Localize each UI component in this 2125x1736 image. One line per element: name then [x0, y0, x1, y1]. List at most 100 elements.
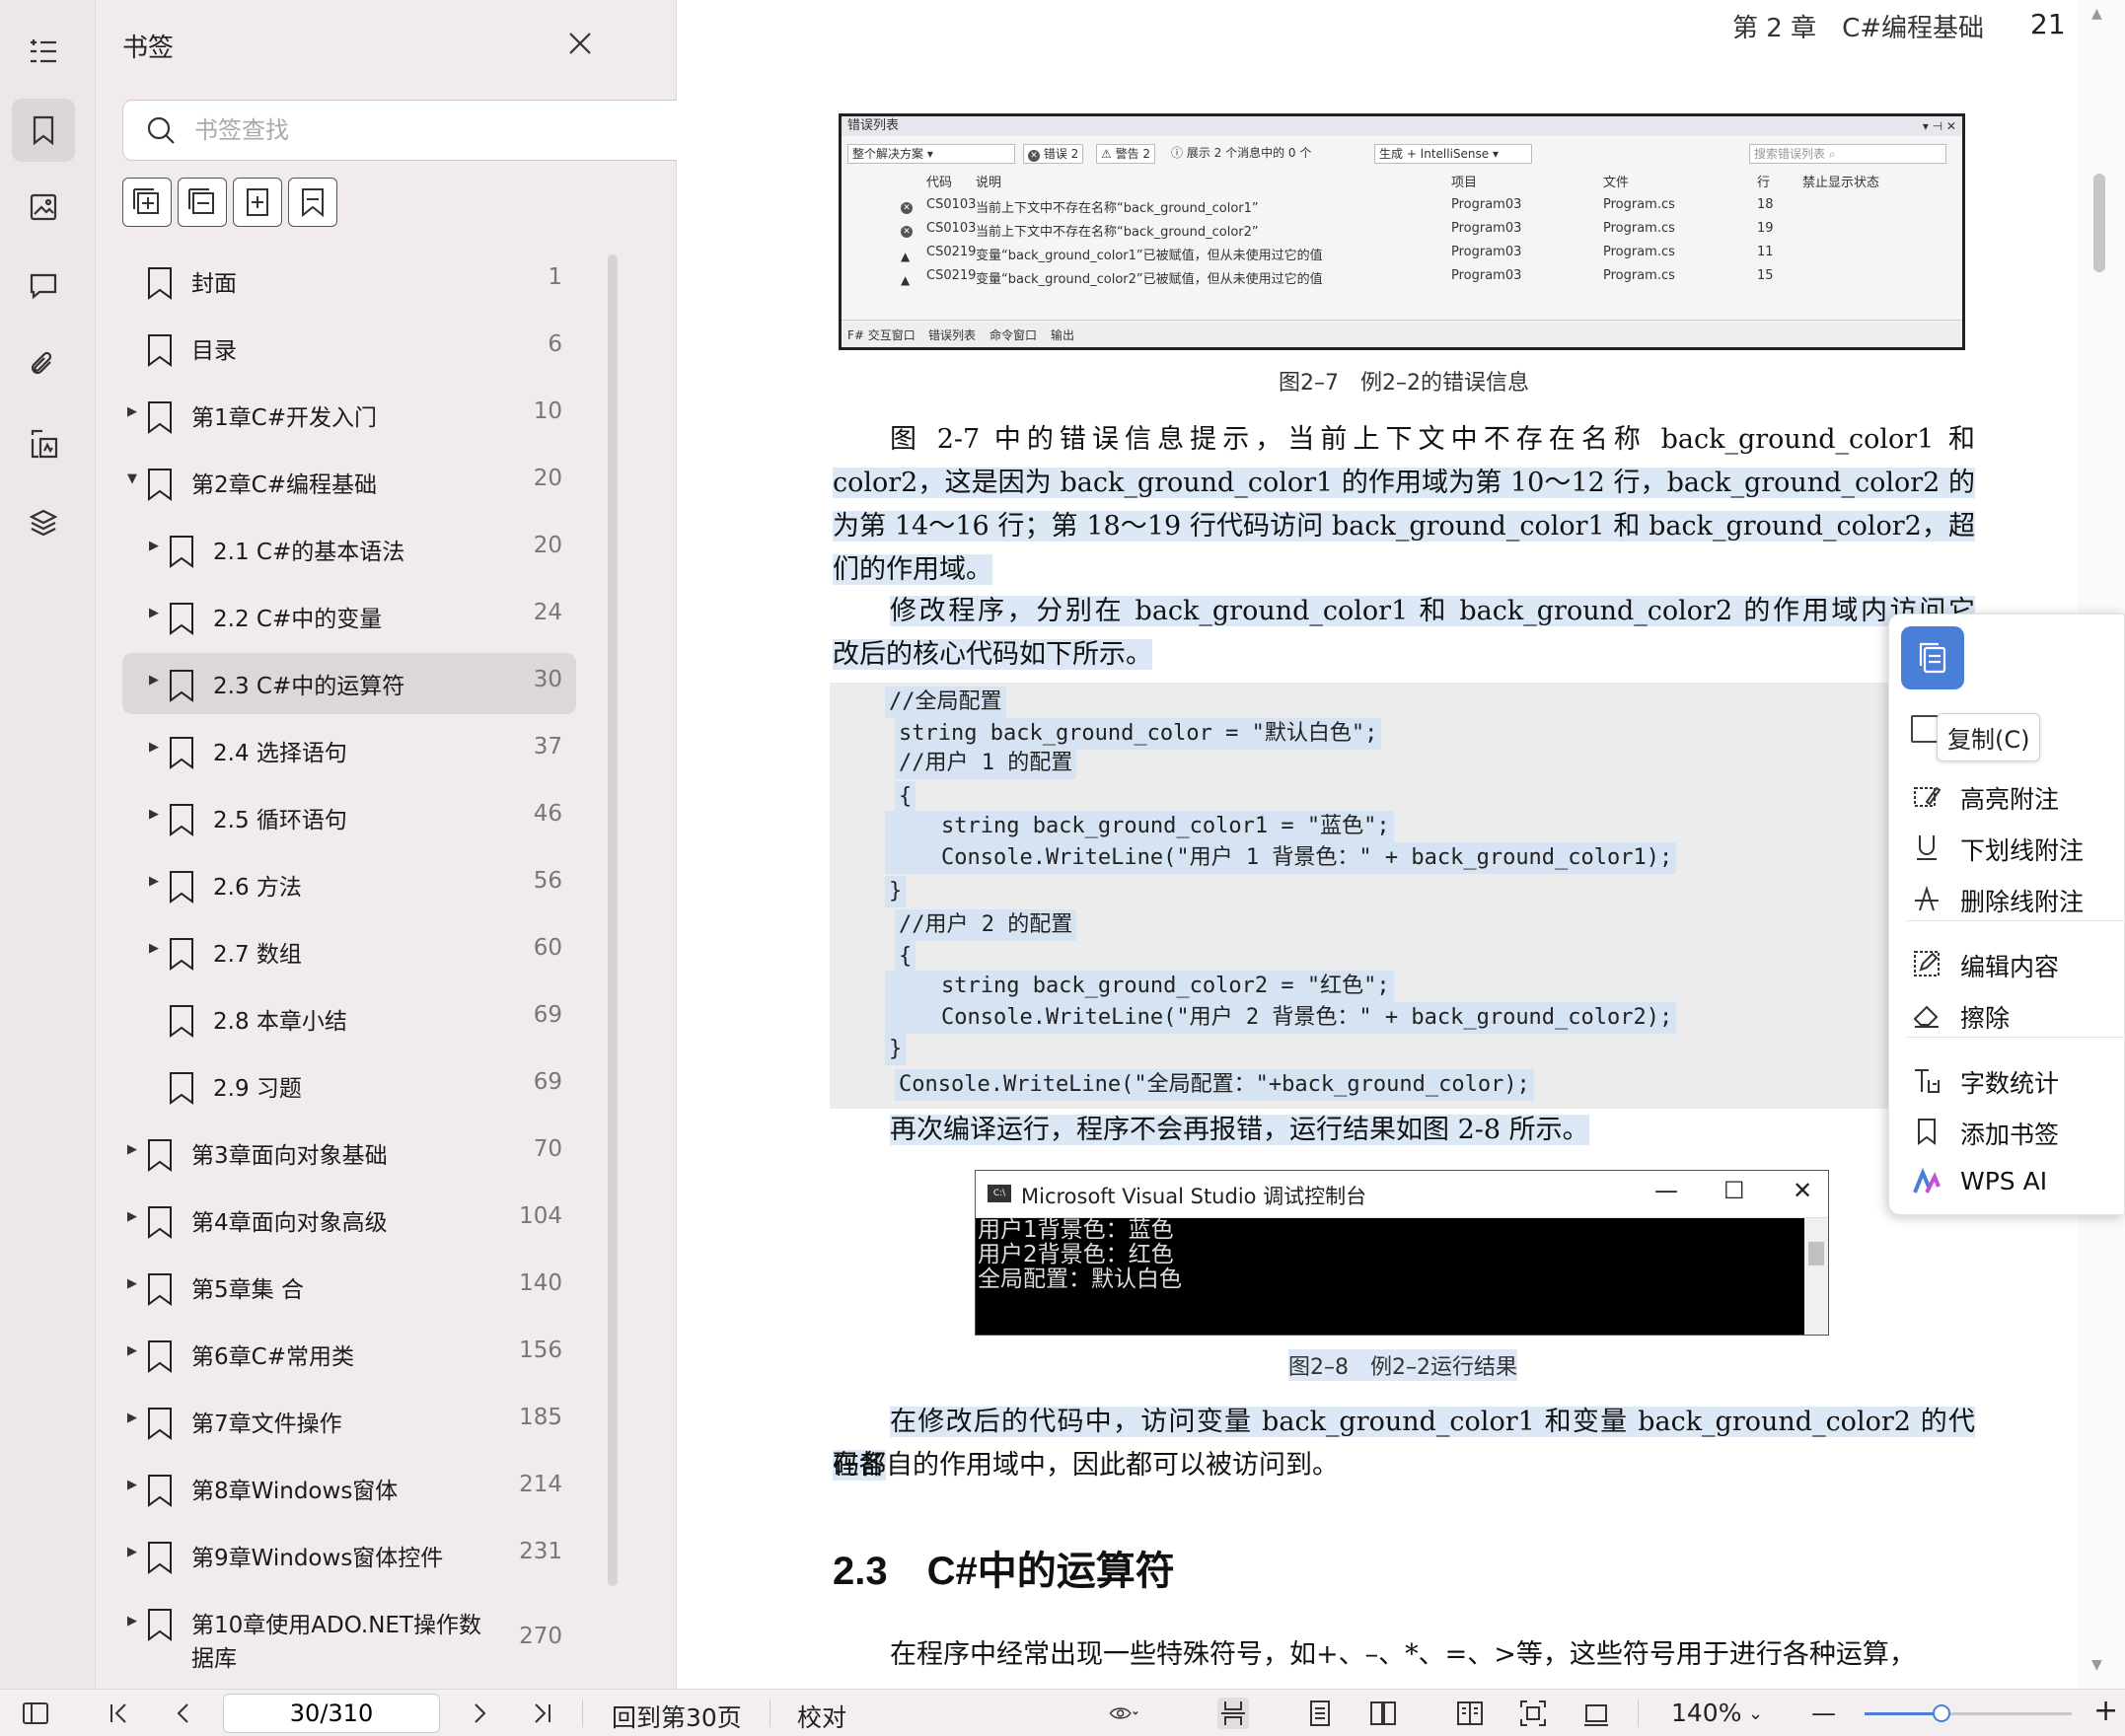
expand-toggle-icon[interactable]: ▶: [124, 1343, 140, 1358]
code-line: //用户 2 的配置: [895, 909, 1077, 941]
bookmark-item[interactable]: ▶ 第1章C#开发入门 10: [122, 385, 576, 446]
comment-icon[interactable]: [12, 254, 75, 318]
bookmark-page: 104: [519, 1203, 562, 1229]
zoom-level[interactable]: 140%: [1671, 1699, 1741, 1727]
bookmark-item[interactable]: ▶ 第4章面向对象高级 104: [122, 1190, 576, 1251]
expand-toggle-icon[interactable]: ▶: [124, 1478, 140, 1492]
fit-width-icon[interactable]: [1580, 1698, 1612, 1729]
zoom-slider-knob[interactable]: [1932, 1704, 1950, 1722]
expand-toggle-icon[interactable]: ▶: [124, 404, 140, 419]
single-page-icon[interactable]: [1304, 1698, 1336, 1729]
bookmark-item[interactable]: ▶ 第8章Windows窗体 214: [122, 1458, 576, 1519]
collapse-all-button[interactable]: [178, 178, 227, 227]
bookmark-page: 231: [519, 1539, 562, 1564]
context-menu-item[interactable]: WPS AI: [1889, 1159, 2125, 1204]
bookmark-label: 第3章面向对象基础: [191, 1143, 388, 1169]
expand-toggle-icon[interactable]: ▶: [146, 874, 162, 889]
bookmark-item[interactable]: ▶ 2.2 C#中的变量 24: [122, 586, 576, 647]
add-bookmark-button[interactable]: [233, 178, 282, 227]
image-icon[interactable]: [12, 176, 75, 239]
eye-icon[interactable]: [1109, 1698, 1152, 1729]
zoom-out-button[interactable]: —: [1811, 1699, 1836, 1727]
proofread-button[interactable]: 校对: [797, 1699, 846, 1734]
bookmark-icon: [168, 1004, 195, 1038]
bookmark-item[interactable]: ▶ 第6章C#常用类 156: [122, 1324, 576, 1385]
expand-toggle-icon[interactable]: ▶: [124, 1209, 140, 1224]
bookmark-item[interactable]: ▶ 2.4 选择语句 37: [122, 720, 576, 781]
col-file: 文件: [1603, 176, 1630, 190]
sidebar-toggle-icon[interactable]: [20, 1698, 51, 1729]
expand-toggle-icon[interactable]: ▶: [124, 1545, 140, 1559]
bookmark-item[interactable]: ▶ 第5章集 合 140: [122, 1257, 576, 1318]
code-line: Console.WriteLine("用户 1 背景色：" + back_gro…: [885, 842, 1677, 874]
remove-bookmark-button[interactable]: [288, 178, 337, 227]
bookmark-item[interactable]: ▶ 2.7 数组 60: [122, 921, 576, 982]
context-menu-item[interactable]: 擦除: [1889, 991, 2125, 1037]
bookmark-item[interactable]: ▶ 第7章文件操作 185: [122, 1391, 576, 1452]
previous-page-icon[interactable]: [168, 1698, 199, 1729]
double-page-icon[interactable]: [1367, 1698, 1399, 1729]
attachment-icon[interactable]: [12, 333, 75, 397]
menu-divider: [1907, 920, 2125, 921]
context-menu-item[interactable]: 下划线附注: [1889, 824, 2125, 869]
toc-icon[interactable]: [12, 20, 75, 83]
context-menu-item[interactable]: 添加书签: [1889, 1108, 2125, 1153]
expand-toggle-icon[interactable]: ▶: [124, 1410, 140, 1425]
bookmark-item[interactable]: 目录 6: [122, 318, 576, 379]
close-icon[interactable]: [560, 24, 600, 63]
book-mode-icon[interactable]: [1454, 1698, 1486, 1729]
zoom-in-button[interactable]: +: [2093, 1694, 2118, 1728]
expand-toggle-icon[interactable]: ▶: [146, 539, 162, 553]
last-page-icon[interactable]: [527, 1698, 558, 1729]
bookmark-item[interactable]: ▶ 2.1 C#的基本语法 20: [122, 519, 576, 580]
panel-scrollbar[interactable]: [608, 254, 618, 1586]
zoom-slider[interactable]: [1865, 1704, 2072, 1722]
bookmark-item[interactable]: ▼ 第2章C#编程基础 20: [122, 452, 576, 513]
fit-page-icon[interactable]: [1517, 1698, 1549, 1729]
expand-toggle-icon[interactable]: ▶: [124, 1276, 140, 1291]
error-list-figure: 错误列表 ▾ ⊣ ✕ 整个解决方案 ▾ ✕ 错误 2 ⚠ 警告 2 ⓘ 展示 2 …: [839, 113, 1965, 350]
bookmark-search[interactable]: [122, 100, 700, 161]
bookmark-item[interactable]: 封面 1: [122, 251, 576, 312]
expand-toggle-icon[interactable]: ▶: [146, 941, 162, 956]
expand-toggle-icon[interactable]: ▶: [146, 606, 162, 620]
expand-toggle-icon[interactable]: ▶: [146, 807, 162, 822]
first-page-icon[interactable]: [103, 1698, 134, 1729]
console-scrollbar: [1804, 1218, 1828, 1335]
page-number-input[interactable]: [223, 1694, 440, 1733]
layers-icon[interactable]: [12, 491, 75, 554]
eraser-icon: [1911, 999, 1942, 1031]
bookmark-item[interactable]: ▶ 第9章Windows窗体控件 231: [122, 1525, 576, 1586]
bookmark-item[interactable]: 2.8 本章小结 69: [122, 988, 576, 1049]
expand-toggle-icon[interactable]: ▶: [146, 673, 162, 687]
bookmark-item[interactable]: ▶ 第3章面向对象基础 70: [122, 1122, 576, 1184]
close-icon: ✕: [1793, 1177, 1813, 1204]
context-menu-item[interactable]: 删除线附注: [1889, 875, 2125, 920]
console-window-figure: C:\ Microsoft Visual Studio 调试控制台 — ☐ ✕ …: [975, 1170, 1829, 1336]
bookmark-item[interactable]: ▶ 2.6 方法 56: [122, 854, 576, 915]
bookmark-item[interactable]: ▶ 2.3 C#中的运算符 30: [122, 653, 576, 714]
bookmark-search-input[interactable]: [194, 110, 678, 150]
expand-all-button[interactable]: [122, 178, 172, 227]
bookmark-label: 2.9 习题: [213, 1076, 302, 1102]
bookmark-page: 60: [533, 935, 562, 961]
bookmark-icon: [168, 870, 195, 904]
bookmark-icon: [146, 1205, 174, 1239]
next-page-icon[interactable]: [464, 1698, 495, 1729]
context-menu-item[interactable]: 字数统计: [1889, 1056, 2125, 1102]
context-menu-item[interactable]: 编辑内容: [1889, 940, 2125, 985]
context-menu-item[interactable]: 高亮附注: [1889, 772, 2125, 818]
expand-toggle-icon[interactable]: ▶: [146, 740, 162, 755]
bookmark-item[interactable]: ▶ 第10章使用ADO.NET操作数 据库 270: [122, 1592, 576, 1675]
bookmark-item[interactable]: ▶ 2.5 循环语句 46: [122, 787, 576, 848]
back-to-page-button[interactable]: 回到第30页: [612, 1699, 742, 1734]
copy-button[interactable]: [1901, 626, 1964, 689]
continuous-page-icon[interactable]: [1217, 1698, 1249, 1729]
bookmark-icon[interactable]: [12, 99, 75, 162]
bookmark-item[interactable]: 2.9 习题 69: [122, 1055, 576, 1117]
expand-toggle-icon[interactable]: ▼: [124, 471, 140, 486]
signature-icon[interactable]: [12, 412, 75, 475]
expand-toggle-icon[interactable]: ▶: [124, 1614, 140, 1628]
expand-toggle-icon[interactable]: ▶: [124, 1142, 140, 1157]
zoom-dropdown-icon[interactable]: ⌄: [1748, 1703, 1763, 1724]
